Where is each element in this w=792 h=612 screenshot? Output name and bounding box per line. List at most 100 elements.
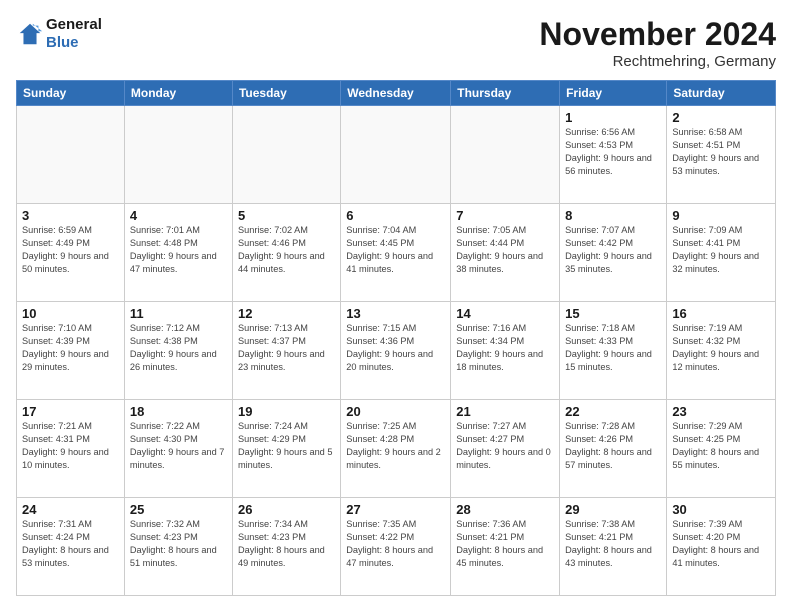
day-info: Sunrise: 7:05 AM Sunset: 4:44 PM Dayligh…: [456, 224, 554, 276]
day-info: Sunrise: 7:13 AM Sunset: 4:37 PM Dayligh…: [238, 322, 335, 374]
day-number: 10: [22, 306, 119, 321]
calendar: SundayMondayTuesdayWednesdayThursdayFrid…: [16, 80, 776, 596]
day-number: 20: [346, 404, 445, 419]
location: Rechtmehring, Germany: [539, 53, 776, 70]
day-cell: 21Sunrise: 7:27 AM Sunset: 4:27 PM Dayli…: [451, 400, 560, 498]
day-number: 28: [456, 502, 554, 517]
weekday-header-row: SundayMondayTuesdayWednesdayThursdayFrid…: [17, 81, 776, 106]
day-number: 7: [456, 208, 554, 223]
day-number: 21: [456, 404, 554, 419]
day-info: Sunrise: 7:35 AM Sunset: 4:22 PM Dayligh…: [346, 518, 445, 570]
day-info: Sunrise: 7:02 AM Sunset: 4:46 PM Dayligh…: [238, 224, 335, 276]
day-info: Sunrise: 7:16 AM Sunset: 4:34 PM Dayligh…: [456, 322, 554, 374]
logo: General Blue: [16, 16, 102, 52]
day-info: Sunrise: 7:34 AM Sunset: 4:23 PM Dayligh…: [238, 518, 335, 570]
day-cell: [17, 106, 125, 204]
day-cell: 24Sunrise: 7:31 AM Sunset: 4:24 PM Dayli…: [17, 498, 125, 596]
day-info: Sunrise: 7:24 AM Sunset: 4:29 PM Dayligh…: [238, 420, 335, 472]
day-cell: 28Sunrise: 7:36 AM Sunset: 4:21 PM Dayli…: [451, 498, 560, 596]
weekday-header-saturday: Saturday: [667, 81, 776, 106]
day-cell: 15Sunrise: 7:18 AM Sunset: 4:33 PM Dayli…: [560, 302, 667, 400]
day-info: Sunrise: 7:22 AM Sunset: 4:30 PM Dayligh…: [130, 420, 227, 472]
day-cell: 5Sunrise: 7:02 AM Sunset: 4:46 PM Daylig…: [232, 204, 340, 302]
day-cell: [232, 106, 340, 204]
month-title: November 2024: [539, 16, 776, 53]
day-number: 9: [672, 208, 770, 223]
day-cell: 23Sunrise: 7:29 AM Sunset: 4:25 PM Dayli…: [667, 400, 776, 498]
weekday-header-monday: Monday: [124, 81, 232, 106]
title-section: November 2024 Rechtmehring, Germany: [539, 16, 776, 70]
logo-general: General: [46, 16, 102, 33]
week-row-1: 1Sunrise: 6:56 AM Sunset: 4:53 PM Daylig…: [17, 106, 776, 204]
day-number: 1: [565, 110, 661, 125]
day-info: Sunrise: 7:25 AM Sunset: 4:28 PM Dayligh…: [346, 420, 445, 472]
day-number: 16: [672, 306, 770, 321]
day-info: Sunrise: 6:59 AM Sunset: 4:49 PM Dayligh…: [22, 224, 119, 276]
day-number: 23: [672, 404, 770, 419]
day-number: 8: [565, 208, 661, 223]
day-number: 22: [565, 404, 661, 419]
week-row-2: 3Sunrise: 6:59 AM Sunset: 4:49 PM Daylig…: [17, 204, 776, 302]
day-info: Sunrise: 7:01 AM Sunset: 4:48 PM Dayligh…: [130, 224, 227, 276]
day-number: 14: [456, 306, 554, 321]
day-info: Sunrise: 7:12 AM Sunset: 4:38 PM Dayligh…: [130, 322, 227, 374]
day-number: 2: [672, 110, 770, 125]
day-cell: 12Sunrise: 7:13 AM Sunset: 4:37 PM Dayli…: [232, 302, 340, 400]
day-number: 17: [22, 404, 119, 419]
day-number: 25: [130, 502, 227, 517]
day-cell: 13Sunrise: 7:15 AM Sunset: 4:36 PM Dayli…: [341, 302, 451, 400]
logo-icon: [16, 20, 44, 48]
day-cell: 20Sunrise: 7:25 AM Sunset: 4:28 PM Dayli…: [341, 400, 451, 498]
logo-blue: Blue: [46, 34, 79, 51]
day-cell: 19Sunrise: 7:24 AM Sunset: 4:29 PM Dayli…: [232, 400, 340, 498]
day-cell: 2Sunrise: 6:58 AM Sunset: 4:51 PM Daylig…: [667, 106, 776, 204]
day-number: 3: [22, 208, 119, 223]
page: General Blue November 2024 Rechtmehring,…: [0, 0, 792, 612]
day-info: Sunrise: 6:58 AM Sunset: 4:51 PM Dayligh…: [672, 126, 770, 178]
day-info: Sunrise: 7:04 AM Sunset: 4:45 PM Dayligh…: [346, 224, 445, 276]
weekday-header-tuesday: Tuesday: [232, 81, 340, 106]
weekday-header-friday: Friday: [560, 81, 667, 106]
header: General Blue November 2024 Rechtmehring,…: [16, 16, 776, 70]
day-info: Sunrise: 7:09 AM Sunset: 4:41 PM Dayligh…: [672, 224, 770, 276]
day-cell: 11Sunrise: 7:12 AM Sunset: 4:38 PM Dayli…: [124, 302, 232, 400]
day-cell: 25Sunrise: 7:32 AM Sunset: 4:23 PM Dayli…: [124, 498, 232, 596]
week-row-3: 10Sunrise: 7:10 AM Sunset: 4:39 PM Dayli…: [17, 302, 776, 400]
day-number: 30: [672, 502, 770, 517]
day-cell: 29Sunrise: 7:38 AM Sunset: 4:21 PM Dayli…: [560, 498, 667, 596]
day-number: 5: [238, 208, 335, 223]
calendar-table: SundayMondayTuesdayWednesdayThursdayFrid…: [16, 80, 776, 596]
weekday-header-sunday: Sunday: [17, 81, 125, 106]
day-number: 29: [565, 502, 661, 517]
day-info: Sunrise: 7:36 AM Sunset: 4:21 PM Dayligh…: [456, 518, 554, 570]
weekday-header-thursday: Thursday: [451, 81, 560, 106]
day-number: 18: [130, 404, 227, 419]
week-row-4: 17Sunrise: 7:21 AM Sunset: 4:31 PM Dayli…: [17, 400, 776, 498]
day-cell: 30Sunrise: 7:39 AM Sunset: 4:20 PM Dayli…: [667, 498, 776, 596]
day-number: 27: [346, 502, 445, 517]
day-cell: 4Sunrise: 7:01 AM Sunset: 4:48 PM Daylig…: [124, 204, 232, 302]
day-cell: 8Sunrise: 7:07 AM Sunset: 4:42 PM Daylig…: [560, 204, 667, 302]
day-cell: 10Sunrise: 7:10 AM Sunset: 4:39 PM Dayli…: [17, 302, 125, 400]
day-cell: 27Sunrise: 7:35 AM Sunset: 4:22 PM Dayli…: [341, 498, 451, 596]
day-number: 24: [22, 502, 119, 517]
day-cell: 22Sunrise: 7:28 AM Sunset: 4:26 PM Dayli…: [560, 400, 667, 498]
day-number: 26: [238, 502, 335, 517]
day-cell: 9Sunrise: 7:09 AM Sunset: 4:41 PM Daylig…: [667, 204, 776, 302]
day-number: 4: [130, 208, 227, 223]
day-number: 6: [346, 208, 445, 223]
day-cell: 14Sunrise: 7:16 AM Sunset: 4:34 PM Dayli…: [451, 302, 560, 400]
day-number: 15: [565, 306, 661, 321]
week-row-5: 24Sunrise: 7:31 AM Sunset: 4:24 PM Dayli…: [17, 498, 776, 596]
day-info: Sunrise: 7:31 AM Sunset: 4:24 PM Dayligh…: [22, 518, 119, 570]
day-info: Sunrise: 7:07 AM Sunset: 4:42 PM Dayligh…: [565, 224, 661, 276]
day-info: Sunrise: 7:28 AM Sunset: 4:26 PM Dayligh…: [565, 420, 661, 472]
day-number: 19: [238, 404, 335, 419]
weekday-header-wednesday: Wednesday: [341, 81, 451, 106]
day-info: Sunrise: 7:39 AM Sunset: 4:20 PM Dayligh…: [672, 518, 770, 570]
day-info: Sunrise: 7:15 AM Sunset: 4:36 PM Dayligh…: [346, 322, 445, 374]
day-info: Sunrise: 7:27 AM Sunset: 4:27 PM Dayligh…: [456, 420, 554, 472]
day-info: Sunrise: 7:19 AM Sunset: 4:32 PM Dayligh…: [672, 322, 770, 374]
day-cell: 16Sunrise: 7:19 AM Sunset: 4:32 PM Dayli…: [667, 302, 776, 400]
day-info: Sunrise: 7:21 AM Sunset: 4:31 PM Dayligh…: [22, 420, 119, 472]
